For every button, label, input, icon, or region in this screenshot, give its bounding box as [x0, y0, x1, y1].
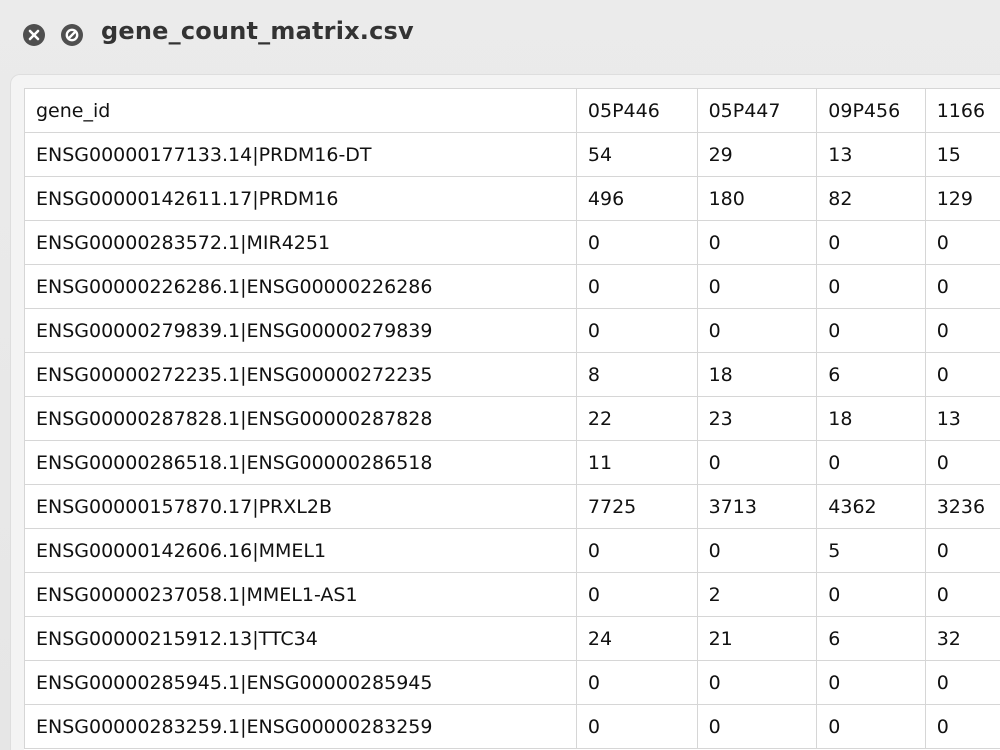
window-title: gene_count_matrix.csv	[101, 17, 414, 45]
count-cell[interactable]: 0	[924, 572, 1000, 617]
count-cell[interactable]: 13	[924, 396, 1000, 441]
count-cell[interactable]: 2	[696, 572, 818, 617]
count-cell[interactable]: 0	[924, 660, 1000, 705]
count-cell[interactable]: 8	[575, 352, 698, 397]
count-cell[interactable]: 0	[575, 220, 698, 265]
gene-id-cell[interactable]: ENSG00000287828.1|ENSG00000287828	[24, 396, 577, 441]
count-cell[interactable]: 6	[816, 616, 926, 661]
count-cell[interactable]: 0	[924, 704, 1000, 749]
count-cell[interactable]: 0	[696, 660, 818, 705]
table-row: ENSG00000287828.1|ENSG00000287828 22 23 18 1…	[24, 396, 1000, 441]
count-cell[interactable]: 3713	[696, 484, 818, 529]
table-row: ENSG00000177133.14|PRDM16-DT 54 29 13 15	[24, 132, 1000, 177]
count-cell[interactable]: 7725	[575, 484, 698, 529]
count-cell[interactable]: 0	[924, 264, 1000, 309]
header-cell[interactable]: 09P456	[816, 88, 926, 133]
count-cell[interactable]: 0	[575, 660, 698, 705]
count-cell[interactable]: 29	[696, 132, 818, 177]
title-bar: gene_count_matrix.csv	[0, 0, 1000, 72]
close-button[interactable]	[23, 24, 45, 46]
count-cell[interactable]: 0	[696, 440, 818, 485]
count-cell[interactable]: 15	[924, 132, 1000, 177]
gene-id-cell[interactable]: ENSG00000283572.1|MIR4251	[24, 220, 577, 265]
header-cell[interactable]: 1166	[924, 88, 1000, 133]
count-cell[interactable]: 0	[696, 220, 818, 265]
count-cell[interactable]: 21	[696, 616, 818, 661]
gene-id-cell[interactable]: ENSG00000285945.1|ENSG00000285945	[24, 660, 577, 705]
file-preview-window: gene_count_matrix.csv gene_id 05P446 05P44…	[0, 0, 1000, 750]
csv-table: gene_id 05P446 05P447 09P456 1166 ENSG0000017…	[24, 88, 1000, 749]
table-row: ENSG00000285945.1|ENSG00000285945 0 0 0 0	[24, 660, 1000, 705]
count-cell[interactable]: 0	[924, 308, 1000, 353]
count-cell[interactable]: 496	[575, 176, 698, 221]
count-cell[interactable]: 0	[816, 572, 926, 617]
count-cell[interactable]: 0	[816, 704, 926, 749]
count-cell[interactable]: 82	[816, 176, 926, 221]
count-cell[interactable]: 32	[924, 616, 1000, 661]
prohibited-icon	[65, 28, 79, 42]
count-cell[interactable]: 0	[816, 440, 926, 485]
count-cell[interactable]: 180	[696, 176, 818, 221]
close-x-icon	[28, 29, 40, 41]
table-row: ENSG00000226286.1|ENSG00000226286 0 0 0 0	[24, 264, 1000, 309]
csv-table-container[interactable]: gene_id 05P446 05P447 09P456 1166 ENSG0000017…	[24, 88, 1000, 750]
count-cell[interactable]: 0	[575, 308, 698, 353]
table-row: ENSG00000142611.17|PRDM16 496 180 82 129	[24, 176, 1000, 221]
count-cell[interactable]: 22	[575, 396, 698, 441]
count-cell[interactable]: 0	[575, 264, 698, 309]
prohibited-button[interactable]	[61, 24, 83, 46]
count-cell[interactable]: 0	[816, 220, 926, 265]
count-cell[interactable]: 54	[575, 132, 698, 177]
gene-id-cell[interactable]: ENSG00000157870.17|PRXL2B	[24, 484, 577, 529]
count-cell[interactable]: 0	[575, 572, 698, 617]
count-cell[interactable]: 18	[816, 396, 926, 441]
count-cell[interactable]: 3236	[924, 484, 1000, 529]
count-cell[interactable]: 23	[696, 396, 818, 441]
count-cell[interactable]: 0	[816, 308, 926, 353]
count-cell[interactable]: 13	[816, 132, 926, 177]
gene-id-cell[interactable]: ENSG00000215912.13|TTC34	[24, 616, 577, 661]
gene-id-cell[interactable]: ENSG00000177133.14|PRDM16-DT	[24, 132, 577, 177]
count-cell[interactable]: 0	[696, 308, 818, 353]
count-cell[interactable]: 0	[575, 704, 698, 749]
count-cell[interactable]: 129	[924, 176, 1000, 221]
count-cell[interactable]: 0	[924, 528, 1000, 573]
gene-id-cell[interactable]: ENSG00000237058.1|MMEL1-AS1	[24, 572, 577, 617]
count-cell[interactable]: 6	[816, 352, 926, 397]
count-cell[interactable]: 0	[816, 264, 926, 309]
count-cell[interactable]: 0	[696, 704, 818, 749]
count-cell[interactable]: 0	[924, 352, 1000, 397]
count-cell[interactable]: 11	[575, 440, 698, 485]
count-cell[interactable]: 0	[575, 528, 698, 573]
table-row: ENSG00000283259.1|ENSG00000283259 0 0 0 0	[24, 704, 1000, 749]
count-cell[interactable]: 0	[924, 440, 1000, 485]
gene-id-cell[interactable]: ENSG00000226286.1|ENSG00000226286	[24, 264, 577, 309]
gene-id-cell[interactable]: ENSG00000283259.1|ENSG00000283259	[24, 704, 577, 749]
gene-id-cell[interactable]: ENSG00000142611.17|PRDM16	[24, 176, 577, 221]
count-cell[interactable]: 4362	[816, 484, 926, 529]
table-row: ENSG00000157870.17|PRXL2B 7725 3713 4362 323…	[24, 484, 1000, 529]
header-cell[interactable]: 05P447	[696, 88, 818, 133]
count-cell[interactable]: 18	[696, 352, 818, 397]
count-cell[interactable]: 0	[696, 528, 818, 573]
count-cell[interactable]: 5	[816, 528, 926, 573]
table-row: ENSG00000283572.1|MIR4251 0 0 0 0	[24, 220, 1000, 265]
table-row: ENSG00000286518.1|ENSG00000286518 11 0 0 0	[24, 440, 1000, 485]
count-cell[interactable]: 0	[816, 660, 926, 705]
table-row: ENSG00000272235.1|ENSG00000272235 8 18 6 0	[24, 352, 1000, 397]
gene-id-cell[interactable]: ENSG00000142606.16|MMEL1	[24, 528, 577, 573]
table-row: ENSG00000142606.16|MMEL1 0 0 5 0	[24, 528, 1000, 573]
header-cell[interactable]: 05P446	[575, 88, 698, 133]
count-cell[interactable]: 0	[696, 264, 818, 309]
count-cell[interactable]: 24	[575, 616, 698, 661]
table-header-row: gene_id 05P446 05P447 09P456 1166	[24, 88, 1000, 133]
count-cell[interactable]: 0	[924, 220, 1000, 265]
gene-id-cell[interactable]: ENSG00000279839.1|ENSG00000279839	[24, 308, 577, 353]
gene-id-cell[interactable]: ENSG00000286518.1|ENSG00000286518	[24, 440, 577, 485]
table-row: ENSG00000215912.13|TTC34 24 21 6 32	[24, 616, 1000, 661]
header-cell[interactable]: gene_id	[24, 88, 577, 133]
gene-id-cell[interactable]: ENSG00000272235.1|ENSG00000272235	[24, 352, 577, 397]
table-row: ENSG00000279839.1|ENSG00000279839 0 0 0 0	[24, 308, 1000, 353]
table-row: ENSG00000237058.1|MMEL1-AS1 0 2 0 0	[24, 572, 1000, 617]
